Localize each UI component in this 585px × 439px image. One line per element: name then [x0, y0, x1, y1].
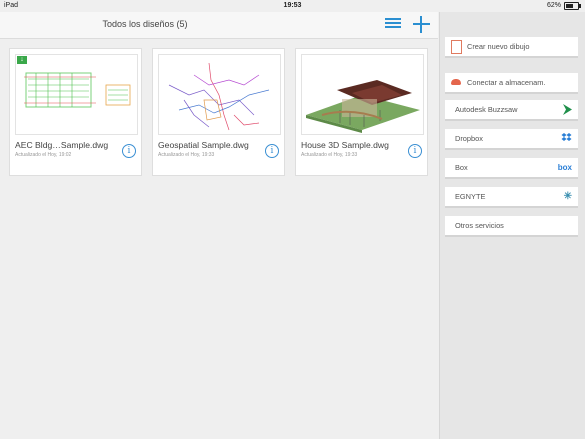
create-drawing-button[interactable]: Crear nuevo dibujo	[445, 37, 578, 58]
design-card-aec[interactable]: ↓ AEC Bldg…Sample.dwg Actualizado el Hoy…	[9, 48, 142, 176]
page-title: Todos los diseños (5)	[102, 19, 188, 29]
list-view-icon[interactable]	[385, 18, 401, 32]
battery-fill	[566, 4, 573, 8]
status-bar: iPad 19:53 62%	[0, 0, 585, 12]
card-updated: Actualizado el Hoy, 19:33	[158, 152, 215, 158]
service-other[interactable]: Otros servicios	[445, 216, 578, 237]
design-card-geospatial[interactable]: Geospatial Sample.dwg Actualizado el Hoy…	[152, 48, 285, 176]
download-badge-icon: ↓	[17, 56, 27, 64]
status-time: 19:53	[283, 2, 302, 9]
card-updated: Actualizado el Hoy, 19:02	[15, 152, 72, 158]
house-3d-thumbnail[interactable]	[301, 54, 424, 135]
aec-building-thumbnail[interactable]: ↓	[15, 54, 138, 135]
battery-icon	[564, 2, 581, 10]
connect-label: Conectar a almacenam.	[467, 78, 546, 87]
designs-main: Todos los diseños (5) ↓ AEC Bldg…Sample.…	[0, 12, 438, 439]
connect-storage-button[interactable]: Conectar a almacenam.	[445, 73, 578, 94]
service-egnyte[interactable]: EGNYTE ✳	[445, 187, 578, 208]
service-dropbox[interactable]: Dropbox	[445, 129, 578, 150]
info-icon[interactable]: i	[265, 144, 279, 158]
info-icon[interactable]: i	[408, 144, 422, 158]
card-file-name: Geospatial Sample.dwg	[158, 140, 249, 150]
battery-indicator: 62%	[546, 0, 581, 12]
service-box[interactable]: Box box	[445, 158, 578, 179]
card-file-name: AEC Bldg…Sample.dwg	[15, 140, 109, 150]
plus-icon[interactable]	[413, 16, 430, 33]
service-buzzsaw[interactable]: Autodesk Buzzsaw	[445, 100, 578, 121]
service-label: Autodesk Buzzsaw	[455, 105, 518, 114]
create-label: Crear nuevo dibujo	[467, 42, 530, 51]
design-card-house[interactable]: House 3D Sample.dwg Actualizado el Hoy, …	[295, 48, 428, 176]
cloud-icon	[451, 79, 461, 85]
service-label: Box	[455, 163, 468, 172]
top-bar: Todos los diseños (5)	[0, 12, 438, 39]
box-icon: box	[557, 163, 572, 172]
storage-sidebar: Crear nuevo dibujo Conectar a almacenam.…	[439, 12, 585, 439]
buzzsaw-icon	[563, 104, 572, 115]
card-file-name: House 3D Sample.dwg	[301, 140, 389, 150]
card-updated: Actualizado el Hoy, 19:33	[301, 152, 358, 158]
service-label: Dropbox	[455, 134, 483, 143]
dropbox-icon	[561, 133, 572, 141]
info-icon[interactable]: i	[122, 144, 136, 158]
service-label: EGNYTE	[455, 192, 486, 201]
geospatial-map-thumbnail[interactable]	[158, 54, 281, 135]
service-label: Otros servicios	[455, 221, 504, 230]
new-document-icon	[451, 40, 462, 54]
egnyte-icon: ✳	[563, 191, 572, 202]
battery-percent: 62%	[546, 2, 561, 9]
